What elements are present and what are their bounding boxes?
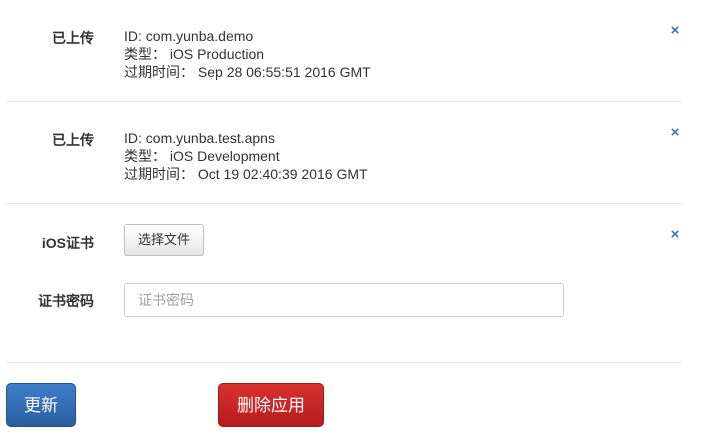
close-icon[interactable]: × [669,23,681,38]
divider [6,362,682,363]
divider [6,203,682,204]
certificate-status-label: 已上传 [52,30,94,46]
delete-app-button[interactable]: 删除应用 [218,383,324,427]
divider [6,101,682,102]
certificate-type: 类型： iOS Development [124,148,280,164]
ios-cert-label: iOS证书 [41,235,94,251]
cert-password-label: 证书密码 [38,293,94,309]
certificate-type: 类型： iOS Production [124,46,265,62]
update-button[interactable]: 更新 [6,383,76,427]
cert-password-input[interactable] [124,283,564,317]
certificate-expiry: 过期时间： Sep 28 06:55:51 2016 GMT [124,64,371,80]
certificate-expiry: 过期时间： Oct 19 02:40:39 2016 GMT [124,166,368,182]
certificate-id: ID: com.yunba.test.apns [124,130,275,146]
close-icon[interactable]: × [669,227,681,242]
certificate-info: ID: com.yunba.demo 类型： iOS Production 过期… [124,27,371,81]
certificate-info: ID: com.yunba.test.apns 类型： iOS Developm… [124,129,368,183]
choose-file-button[interactable]: 选择文件 [124,224,204,256]
certificate-id: ID: com.yunba.demo [124,28,254,44]
close-icon[interactable]: × [669,125,681,140]
certificate-status-label: 已上传 [52,132,94,148]
